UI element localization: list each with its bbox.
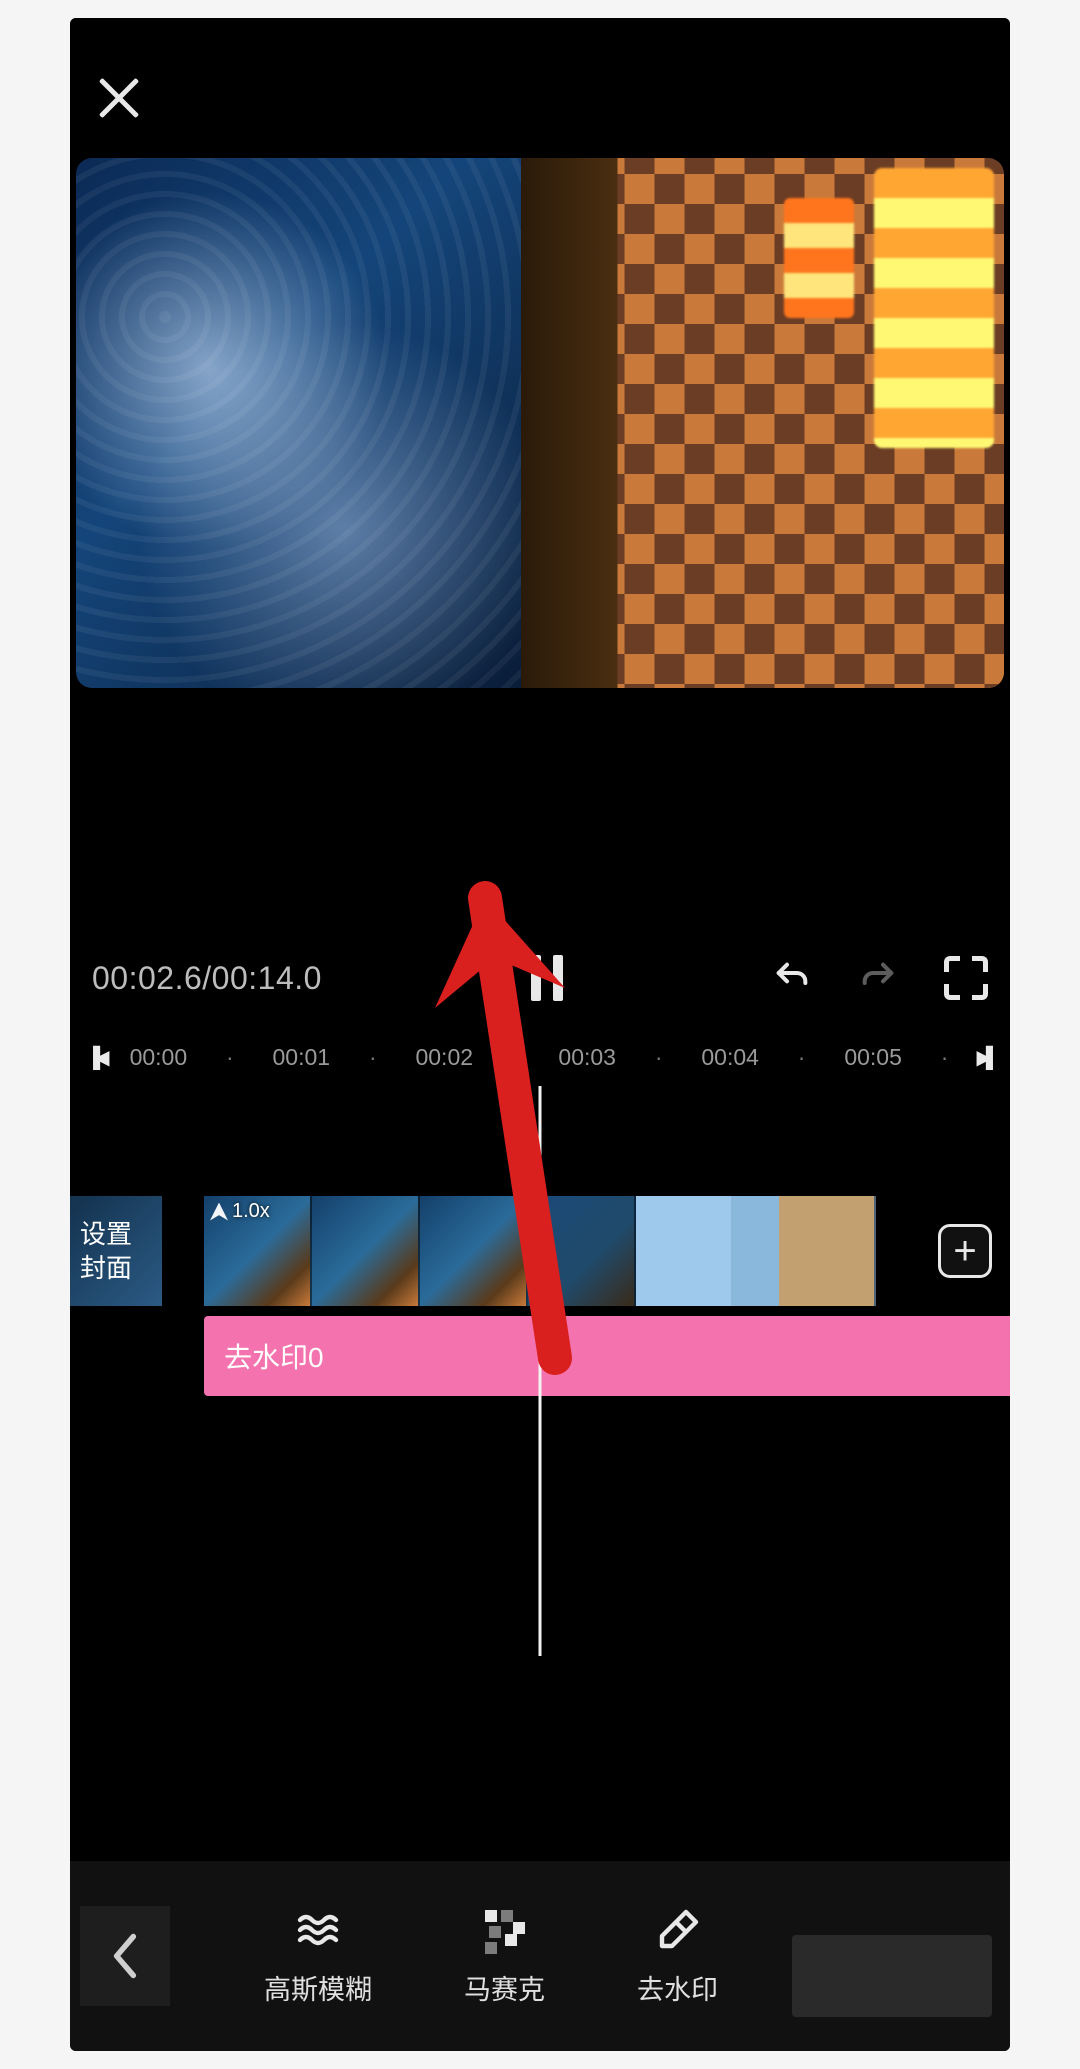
preview-area <box>70 158 1010 688</box>
clip-strip[interactable]: 1.0x <box>204 1196 1010 1306</box>
speed-badge: 1.0x <box>210 1200 270 1223</box>
ruler-tick: 00:00 <box>130 1044 188 1071</box>
set-cover-button[interactable]: 设置 封面 <box>70 1196 166 1306</box>
video-clip[interactable] <box>312 1196 420 1306</box>
video-preview[interactable] <box>76 158 1004 688</box>
jump-to-end-icon[interactable] <box>976 1044 994 1070</box>
ruler-tick: 00:05 <box>844 1044 902 1071</box>
remove-watermark-tool[interactable]: 去水印 <box>637 1906 718 2007</box>
jump-to-start-icon[interactable] <box>86 1044 104 1070</box>
preview-left-half <box>76 158 521 688</box>
undo-icon[interactable] <box>772 958 812 998</box>
ruler-tick: 00:02 <box>415 1044 473 1071</box>
tool-label: 马赛克 <box>464 1968 545 2007</box>
gaussian-blur-tool[interactable]: 高斯模糊 <box>264 1906 372 2007</box>
redo-icon[interactable] <box>858 958 898 998</box>
watermark-effect-clip[interactable]: 去水印0 <box>204 1316 1010 1396</box>
video-clip[interactable]: 1.0x <box>204 1196 312 1306</box>
total-time: 00:14.0 <box>212 960 322 996</box>
control-icon-group <box>772 956 988 1000</box>
effect-label: 去水印0 <box>224 1336 324 1376</box>
playback-controls: 00:02.6/00:14.0 <box>70 928 1010 1028</box>
cover-label-line1: 设置 <box>80 1217 162 1251</box>
tool-label: 高斯模糊 <box>264 1968 372 2007</box>
video-clip[interactable] <box>528 1196 636 1306</box>
video-clip[interactable] <box>636 1196 876 1306</box>
ruler-tick: 00:03 <box>558 1044 616 1071</box>
timeline[interactable]: 设置 封面 1.0x + 去水印0 <box>70 1086 1010 1886</box>
current-time: 00:02.6 <box>92 960 202 996</box>
ruler-ticks: 00:00 00:01 00:02 00:03 00:04 00:05 <box>104 1044 977 1071</box>
page-background: 00:02.6/00:14.0 00:00 00:01 00:02 <box>0 0 1080 2069</box>
back-button[interactable] <box>80 1906 170 2006</box>
cover-label-line2: 封面 <box>80 1251 162 1285</box>
eraser-icon <box>654 1906 702 1954</box>
plus-icon: + <box>953 1229 976 1274</box>
pause-button[interactable] <box>525 955 569 1001</box>
close-icon[interactable] <box>96 75 142 121</box>
mosaic-icon <box>481 1906 529 1954</box>
ruler-tick: 00:01 <box>273 1044 331 1071</box>
time-separator: / <box>202 960 211 996</box>
tool-label: 去水印 <box>637 1968 718 2007</box>
time-ruler[interactable]: 00:00 00:01 00:02 00:03 00:04 00:05 <box>70 1028 1010 1086</box>
app-screen: 00:02.6/00:14.0 00:00 00:01 00:02 <box>70 18 1010 2051</box>
video-clip[interactable] <box>420 1196 528 1306</box>
playhead[interactable] <box>539 1086 542 1656</box>
add-clip-button[interactable]: + <box>938 1224 992 1278</box>
waves-icon <box>294 1906 342 1954</box>
fullscreen-icon[interactable] <box>944 956 988 1000</box>
mosaic-tool[interactable]: 马赛克 <box>464 1906 545 2007</box>
preview-right-half <box>521 158 1004 688</box>
top-bar <box>70 38 1010 158</box>
playback-time: 00:02.6/00:14.0 <box>92 960 322 997</box>
status-bar <box>70 18 1010 38</box>
bottom-toolbar: 高斯模糊 马赛克 去水印 <box>70 1861 1010 2051</box>
obscured-region <box>792 1935 992 2017</box>
ruler-tick: 00:04 <box>701 1044 759 1071</box>
